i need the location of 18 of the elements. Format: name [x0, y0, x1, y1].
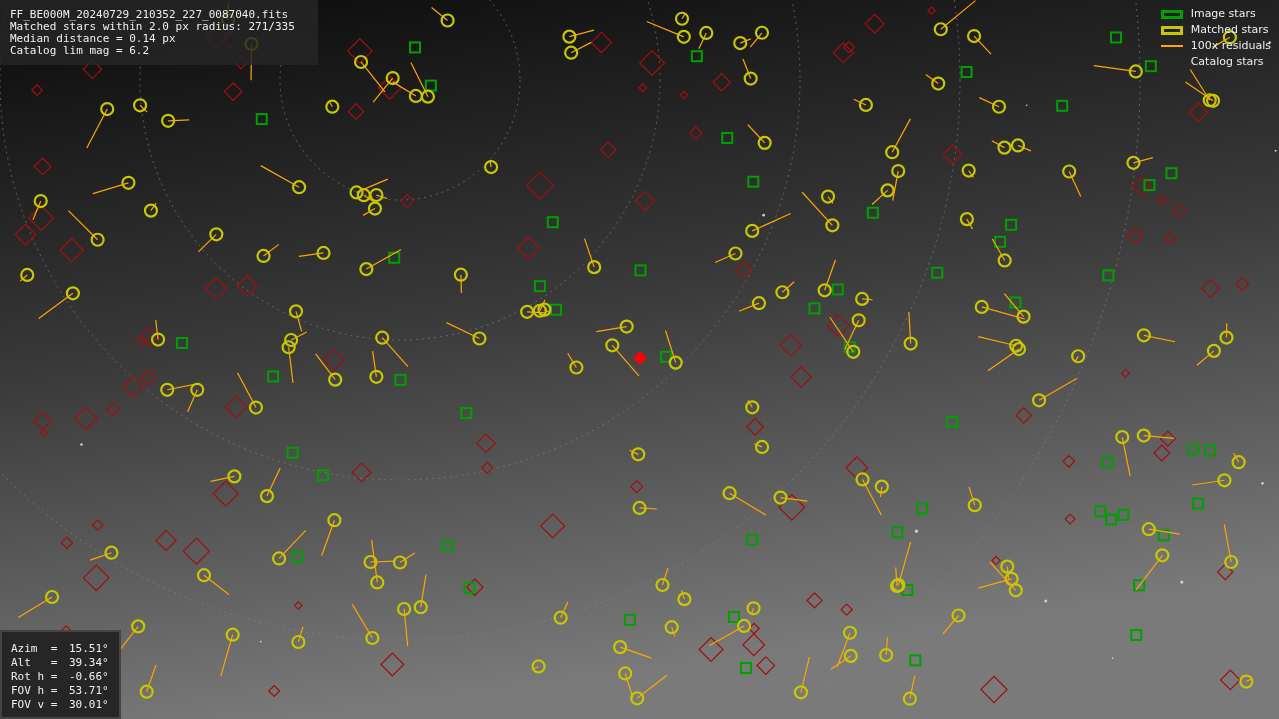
legend-label: Catalog stars [1190, 53, 1264, 70]
legend-label: Image stars [1190, 5, 1256, 22]
info-text: Matched stars within 2.0 px radius: 271/335 [10, 21, 296, 33]
info-text: Catalog lim mag = 6.2 [10, 45, 151, 57]
readout-label: Alt = [11, 656, 59, 670]
readout-value: 39.34° [69, 656, 109, 670]
legend-label: 100x residuals [1190, 37, 1271, 54]
legend-label: Matched stars [1190, 21, 1269, 38]
info-text: FF_BE000M_20240729_210352_227_0087040.fits [10, 9, 290, 21]
readout-label: Azim = [11, 642, 59, 656]
readout-value: 53.71° [69, 684, 109, 698]
info-text: Median distance = 0.14 px [10, 33, 177, 45]
readout-value: 15.51° [69, 642, 109, 656]
readout-label: Rot h = [11, 670, 59, 684]
readout-value: -0.66° [69, 670, 109, 684]
readout-value: 30.01° [69, 698, 109, 712]
readout-label: FOV v = [11, 698, 59, 712]
readout-label: FOV h = [11, 684, 59, 698]
